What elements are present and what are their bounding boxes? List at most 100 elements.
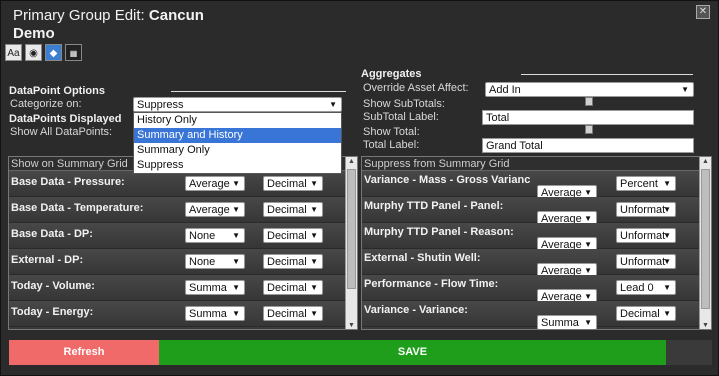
chevron-down-icon: ▼ (310, 179, 318, 188)
datapoint-name: Murphy TTD Panel - Panel: (364, 200, 504, 212)
aggregation-select-value: Summa (541, 317, 579, 329)
datapoint-name: Variance - Variance: (364, 304, 468, 316)
aggregation-select[interactable]: Summa ▼ (185, 280, 245, 295)
scroll-down-icon[interactable]: ▼ (346, 321, 357, 329)
format-select-value: Lead 0 (620, 282, 654, 294)
format-select-value: Unformatted (620, 230, 666, 242)
grid-row: Murphy TTD Panel - Panel: Average ▼ Unforma… (362, 197, 711, 226)
format-select[interactable]: Decimal ▼ (263, 176, 323, 191)
datapoint-name: Performance - Flow Time: (364, 278, 499, 290)
divider (521, 74, 693, 75)
dialog-title: Primary Group Edit: Cancun Demo (13, 7, 233, 43)
datapoint-name: Variance - Mass - Gross Varianc (364, 174, 531, 186)
grid-header: Suppress from Summary Grid (362, 157, 711, 171)
format-select[interactable]: Decimal ▼ (616, 306, 676, 321)
eye-icon[interactable]: ◉ (25, 44, 42, 61)
aggregation-select[interactable]: Summa ▼ (185, 306, 245, 321)
datapoints-displayed-title: DataPoints Displayed (9, 113, 122, 125)
aggregation-select-value: Summa (189, 282, 227, 294)
format-select[interactable]: Decimal ▼ (263, 228, 323, 243)
aggregates-title: Aggregates (361, 68, 422, 80)
aggregation-select-value: None (189, 256, 216, 268)
override-value: Add In (489, 84, 521, 96)
datapoint-name: Base Data - DP: (11, 228, 93, 240)
aggregation-select-value: Average (189, 204, 230, 216)
format-select[interactable]: Percent ▼ (616, 176, 676, 191)
format-select-value: Unformatted (620, 256, 666, 268)
format-select[interactable]: Decimal ▼ (263, 202, 323, 217)
grid-icon[interactable]: ▦ (65, 44, 82, 61)
datapoint-options-title: DataPoint Options (9, 85, 105, 97)
chevron-down-icon: ▼ (310, 283, 318, 292)
aggregation-select[interactable]: Average ▼ (185, 176, 245, 191)
format-select-value: Decimal (267, 256, 307, 268)
format-select-value: Decimal (267, 178, 307, 190)
format-select[interactable]: Unformatted▼ (616, 254, 676, 269)
grid-row: Today - Volume: Summa ▼ Decimal ▼ (9, 275, 357, 301)
total-label-input[interactable]: Grand Total (482, 138, 694, 153)
format-select[interactable]: Unformatted▼ (616, 202, 676, 217)
dropdown-option[interactable]: History Only (134, 113, 341, 128)
grid-row: External - DP: None ▼ Decimal ▼ (9, 249, 357, 275)
chevron-down-icon: ▼ (232, 309, 240, 318)
aggregation-select-value: Average (189, 178, 230, 190)
format-select[interactable]: Unformatted▼ (616, 228, 676, 243)
subtotal-label-label: SubTotal Label: (363, 111, 439, 123)
chevron-down-icon: ▼ (232, 179, 240, 188)
aggregation-select[interactable]: Average ▼ (185, 202, 245, 217)
cube-icon[interactable]: ◆ (45, 44, 62, 61)
chevron-down-icon: ▼ (663, 309, 671, 318)
right-grid-scrollbar[interactable]: ▲ ▼ (699, 157, 711, 329)
chevron-down-icon: ▼ (681, 85, 689, 94)
chevron-down-icon: ▼ (663, 231, 671, 240)
override-select[interactable]: Add In ▼ (485, 82, 694, 97)
datapoint-name: Today - Volume: (11, 280, 95, 292)
format-select[interactable]: Lead 0 ▼ (616, 280, 676, 295)
grid-row: Base Data - DP: None ▼ Decimal ▼ (9, 223, 357, 249)
format-select-value: Decimal (267, 230, 307, 242)
format-select[interactable]: Decimal ▼ (263, 254, 323, 269)
categorize-select[interactable]: Suppress ▼ (133, 97, 342, 112)
datapoint-name: Base Data - Temperature: (11, 202, 144, 214)
dialog-title-prefix: Primary Group Edit: (13, 7, 145, 24)
format-select[interactable]: Decimal ▼ (263, 306, 323, 321)
left-grid-scrollbar[interactable]: ▲ ▼ (345, 157, 357, 329)
chevron-down-icon: ▼ (310, 257, 318, 266)
subtotal-label-input[interactable]: Total (482, 110, 694, 125)
primary-group-edit-dialog: Primary Group Edit: Cancun Demo ✕ Aa ◉ ◆… (0, 0, 719, 376)
refresh-button[interactable]: Refresh (9, 340, 159, 365)
format-select[interactable]: Decimal ▼ (263, 280, 323, 295)
dropdown-option[interactable]: Suppress (134, 158, 341, 173)
datapoint-name: Murphy TTD Panel - Reason: (364, 226, 514, 238)
format-select-value: Decimal (267, 308, 307, 320)
scroll-down-icon[interactable]: ▼ (700, 321, 711, 329)
font-size-icon[interactable]: Aa (5, 44, 22, 61)
chevron-down-icon: ▼ (232, 257, 240, 266)
scroll-up-icon[interactable]: ▲ (346, 157, 357, 167)
override-label: Override Asset Affect: (363, 82, 469, 94)
show-subtotals-toggle[interactable] (585, 97, 593, 106)
grid-row: Today - Energy: Summa ▼ Decimal ▼ (9, 301, 357, 327)
show-total-toggle[interactable] (585, 125, 593, 134)
chevron-down-icon: ▼ (232, 283, 240, 292)
save-button[interactable]: SAVE (159, 340, 666, 365)
scroll-thumb[interactable] (701, 169, 710, 309)
dropdown-option-highlighted[interactable]: Summary and History (134, 128, 341, 143)
toolbar: Aa ◉ ◆ ▦ (5, 44, 82, 62)
dropdown-option[interactable]: Summary Only (134, 143, 341, 158)
aggregation-select[interactable]: None ▼ (185, 228, 245, 243)
scroll-up-icon[interactable]: ▲ (700, 157, 711, 167)
aggregation-select-value: Summa (189, 308, 227, 320)
grid-row: Variance - Variance: Summa ▼ Decimal ▼ (362, 301, 711, 329)
grid-row: Variance - Mass - Gross Varianc Average ▼ P… (362, 171, 711, 200)
scroll-thumb[interactable] (347, 169, 356, 289)
close-icon[interactable]: ✕ (696, 5, 710, 19)
show-all-label: Show All DataPoints: (10, 126, 113, 138)
grid-row: Performance - Flow Time: Average ▼ Lead 0 ▼ (362, 275, 711, 304)
aggregation-select[interactable]: None ▼ (185, 254, 245, 269)
chevron-down-icon: ▼ (310, 205, 318, 214)
grid-row: Murphy TTD Panel - Reason: Average ▼ Unform… (362, 223, 711, 252)
aggregation-select[interactable]: Summa ▼ (537, 315, 597, 329)
show-on-summary-grid: Show on Summary Grid Base Data - Pressur… (8, 156, 358, 330)
chevron-down-icon: ▼ (310, 231, 318, 240)
